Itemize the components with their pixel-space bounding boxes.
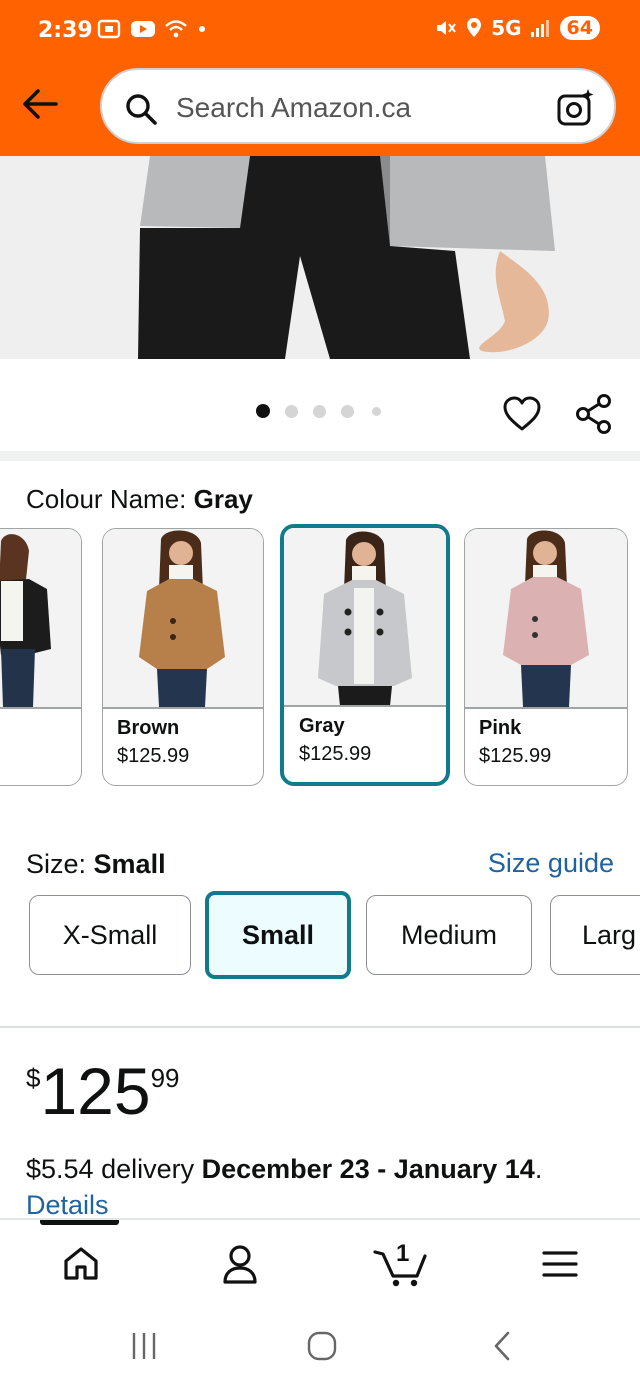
colour-swatch-pink[interactable]: Pink $125.99 xyxy=(464,528,628,786)
location-icon xyxy=(467,18,482,37)
status-left-icons xyxy=(96,18,208,40)
delivery-cost: $5.54 delivery xyxy=(26,1154,202,1184)
swatch-price: $125.99 xyxy=(479,745,552,767)
size-option-large[interactable]: Larg xyxy=(550,895,640,975)
delivery-dates: December 23 - January 14 xyxy=(201,1154,535,1184)
carousel-controls xyxy=(0,359,640,453)
nav-home[interactable] xyxy=(51,1240,111,1288)
swatch-name: Brown xyxy=(117,717,180,739)
product-price: $ 125 99 xyxy=(26,1055,180,1127)
nav-menu[interactable] xyxy=(530,1240,590,1288)
colour-name-label: Colour Name: Gray xyxy=(26,484,253,515)
heart-icon[interactable] xyxy=(502,395,542,433)
size-option-medium[interactable]: Medium xyxy=(366,895,532,975)
search-header xyxy=(0,64,640,156)
swatch-image xyxy=(103,529,263,707)
active-tab-indicator xyxy=(40,1220,119,1225)
network-label: 5G xyxy=(491,16,522,40)
carousel-dot-active[interactable] xyxy=(256,404,270,418)
status-bar: 2:39 5G 64 xyxy=(0,0,640,64)
swatch-divider xyxy=(284,705,446,707)
search-icon xyxy=(126,94,157,125)
account-icon xyxy=(223,1245,257,1284)
colour-swatch-brown[interactable]: Brown $125.99 xyxy=(102,528,264,786)
size-selected-value: Small xyxy=(93,849,166,879)
share-icon[interactable] xyxy=(574,393,614,435)
delivery-info: $5.54 delivery December 23 - January 14. xyxy=(26,1154,542,1185)
delivery-details-link[interactable]: Details xyxy=(26,1190,109,1221)
swatch-divider xyxy=(465,707,627,709)
swatch-name: Gray xyxy=(299,715,345,737)
battery-indicator: 64 xyxy=(559,16,600,40)
nav-cart[interactable]: 1 xyxy=(368,1240,432,1288)
home-icon xyxy=(64,1247,98,1280)
size-option-small[interactable]: Small xyxy=(205,891,351,979)
swatch-image xyxy=(0,529,81,707)
section-divider xyxy=(0,451,640,461)
carousel-dot[interactable] xyxy=(285,405,298,418)
notification-dot-icon xyxy=(199,26,205,32)
price-currency: $ xyxy=(26,1063,41,1093)
size-guide-link[interactable]: Size guide xyxy=(488,848,614,879)
size-label: Size: Small xyxy=(26,849,166,880)
colour-selected-value: Gray xyxy=(193,484,253,514)
size-label-text: Size: xyxy=(26,849,94,879)
swatch-image xyxy=(284,528,446,706)
status-right-icons: 5G 64 xyxy=(433,16,600,40)
recent-apps-icon[interactable] xyxy=(128,1330,160,1362)
swatch-name: Pink xyxy=(479,717,522,739)
colour-swatch-black[interactable]: 9 xyxy=(0,528,82,786)
carousel-dot[interactable] xyxy=(341,405,354,418)
home-button-icon[interactable] xyxy=(306,1330,338,1362)
status-time: 2:39 xyxy=(38,18,93,43)
camera-search-icon[interactable] xyxy=(556,88,596,128)
youtube-icon xyxy=(131,21,155,37)
system-back-icon[interactable] xyxy=(490,1330,514,1362)
colour-label-text: Colour Name: xyxy=(26,484,194,514)
price-whole: 125 xyxy=(40,1054,151,1128)
swatch-divider xyxy=(0,707,81,709)
delivery-suffix: . xyxy=(534,1154,543,1184)
menu-icon xyxy=(542,1251,578,1277)
price-fraction: 99 xyxy=(150,1063,180,1093)
swatch-divider xyxy=(103,707,263,709)
search-box[interactable] xyxy=(100,68,616,144)
wifi-icon xyxy=(165,20,187,38)
swatch-price: $125.99 xyxy=(117,745,190,767)
swatch-image xyxy=(465,529,627,707)
signal-icon xyxy=(530,20,549,37)
screenshot-icon xyxy=(97,19,121,39)
size-option-x-small[interactable]: X-Small xyxy=(29,895,191,975)
product-photo-illustration xyxy=(0,156,640,359)
bottom-navigation: 1 xyxy=(0,1218,640,1306)
carousel-dot[interactable] xyxy=(372,407,381,416)
product-image[interactable] xyxy=(0,156,640,359)
colour-swatch-gray[interactable]: Gray $125.99 xyxy=(280,524,450,786)
carousel-dot[interactable] xyxy=(313,405,326,418)
nav-account[interactable] xyxy=(210,1240,270,1288)
section-divider xyxy=(0,1026,640,1028)
back-arrow-icon[interactable] xyxy=(16,82,64,126)
search-input[interactable] xyxy=(174,88,538,128)
cart-count: 1 xyxy=(396,1240,410,1267)
system-navigation xyxy=(0,1304,640,1388)
mute-icon xyxy=(437,21,457,35)
swatch-price: $125.99 xyxy=(299,743,372,765)
